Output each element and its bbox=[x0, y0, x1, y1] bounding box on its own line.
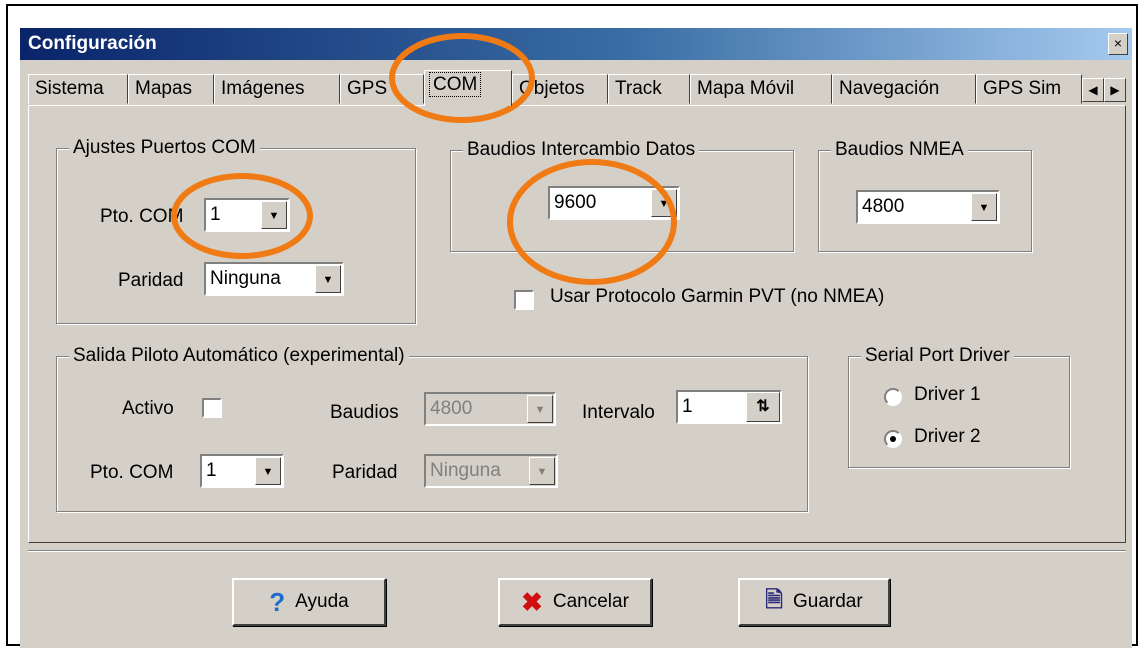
tab-track[interactable]: Track bbox=[608, 74, 690, 104]
ajustes-puertos-com-group: Ajustes Puertos COM bbox=[56, 137, 416, 324]
tab-label: GPS Sim bbox=[983, 78, 1062, 99]
cancel-x-icon: ✖ bbox=[521, 586, 543, 617]
group-title: Serial Port Driver bbox=[861, 345, 1014, 367]
baudios-nmea-select[interactable]: 4800 ▼ bbox=[856, 190, 1000, 224]
driver-1-radio[interactable] bbox=[884, 388, 902, 406]
tab-label: Track bbox=[615, 78, 662, 99]
paridad-label: Paridad bbox=[118, 270, 184, 291]
tab-mapas[interactable]: Mapas bbox=[128, 74, 214, 104]
salida-piloto-group: Salida Piloto Automático (experimental) bbox=[56, 345, 808, 512]
tab-label: Mapas bbox=[135, 78, 193, 99]
group-title: Baudios Intercambio Datos bbox=[463, 139, 700, 161]
garmin-pvt-checkbox[interactable] bbox=[514, 290, 534, 310]
group-title: Salida Piloto Automático (experimental) bbox=[69, 345, 409, 367]
serial-port-driver-group: Serial Port Driver bbox=[848, 345, 1070, 468]
tab-label: GPS bbox=[347, 78, 388, 99]
baudios-piloto-select[interactable]: 4800 ▼ bbox=[424, 392, 556, 426]
tab-label: Navegación bbox=[839, 78, 940, 99]
driver-1-label: Driver 1 bbox=[914, 384, 981, 405]
paridad-select[interactable]: Ninguna ▼ bbox=[204, 262, 344, 296]
paridad-piloto-value: Ninguna bbox=[430, 460, 501, 481]
pto-com-select[interactable]: 1 ▼ bbox=[204, 198, 290, 232]
chevron-down-icon[interactable]: ▼ bbox=[971, 193, 997, 221]
chevron-down-icon[interactable]: ▼ bbox=[261, 201, 287, 229]
tab-label: Imágenes bbox=[221, 78, 305, 99]
guardar-button[interactable]: 🗎 Guardar bbox=[738, 578, 890, 626]
tab-label: Objetos bbox=[519, 78, 585, 99]
driver-2-radio[interactable] bbox=[884, 430, 902, 448]
tab-imagenes[interactable]: Imágenes bbox=[214, 74, 340, 104]
tab-sistema[interactable]: Sistema bbox=[28, 74, 128, 104]
ayuda-button[interactable]: ? Ayuda bbox=[232, 578, 386, 626]
spin-arrows-icon[interactable]: ⇅ bbox=[746, 392, 780, 422]
tab-gps-sim[interactable]: GPS Sim bbox=[976, 74, 1082, 104]
pto-com-piloto-label: Pto. COM bbox=[90, 462, 174, 483]
close-icon[interactable]: × bbox=[1108, 33, 1128, 55]
baudios-piloto-label: Baudios bbox=[330, 402, 399, 423]
cancelar-label: Cancelar bbox=[552, 591, 629, 612]
group-title: Baudios NMEA bbox=[831, 139, 968, 161]
baudios-datos-select[interactable]: 9600 ▼ bbox=[548, 186, 680, 220]
intervalo-label: Intervalo bbox=[582, 402, 655, 423]
tab-scroll-left-icon[interactable]: ◀ bbox=[1082, 78, 1104, 102]
cancelar-button[interactable]: ✖ Cancelar bbox=[498, 578, 652, 626]
tab-label: Sistema bbox=[35, 78, 104, 99]
pto-com-piloto-select[interactable]: 1 ▼ bbox=[200, 454, 284, 488]
tab-objetos[interactable]: Objetos bbox=[512, 74, 608, 104]
pto-com-value: 1 bbox=[210, 204, 221, 225]
window-title: Configuración bbox=[28, 33, 157, 54]
baudios-piloto-value: 4800 bbox=[430, 398, 473, 419]
chevron-down-icon[interactable]: ▼ bbox=[315, 265, 341, 293]
chevron-down-icon[interactable]: ▼ bbox=[651, 189, 677, 217]
activo-checkbox[interactable] bbox=[202, 398, 222, 418]
tab-label: COM bbox=[428, 72, 482, 97]
baudios-datos-value: 9600 bbox=[554, 192, 597, 213]
guardar-label: Guardar bbox=[793, 591, 863, 612]
baudios-nmea-value: 4800 bbox=[862, 196, 905, 217]
pto-com-label: Pto. COM bbox=[100, 206, 184, 227]
chevron-down-icon[interactable]: ▼ bbox=[529, 457, 555, 485]
paridad-piloto-select[interactable]: Ninguna ▼ bbox=[424, 454, 558, 488]
footer-separator bbox=[28, 550, 1126, 552]
tab-label: Mapa Móvil bbox=[697, 78, 795, 99]
tab-navegacion[interactable]: Navegación bbox=[832, 74, 976, 104]
chevron-down-icon[interactable]: ▼ bbox=[255, 457, 281, 485]
driver-2-label: Driver 2 bbox=[914, 426, 981, 447]
tab-scroll-right-icon[interactable]: ▶ bbox=[1104, 78, 1126, 102]
ayuda-label: Ayuda bbox=[295, 591, 349, 612]
group-title: Ajustes Puertos COM bbox=[69, 137, 260, 159]
help-question-icon: ? bbox=[269, 586, 286, 617]
paridad-piloto-label: Paridad bbox=[332, 462, 398, 483]
garmin-pvt-label: Usar Protocolo Garmin PVT (no NMEA) bbox=[550, 286, 885, 307]
tab-mapa-movil[interactable]: Mapa Móvil bbox=[690, 74, 832, 104]
activo-label: Activo bbox=[122, 398, 174, 419]
chevron-down-icon[interactable]: ▼ bbox=[527, 395, 553, 423]
title-bar: Configuración × bbox=[20, 28, 1132, 60]
save-document-icon: 🗎 bbox=[765, 587, 783, 612]
tab-gps[interactable]: GPS bbox=[340, 74, 424, 104]
intervalo-value: 1 bbox=[682, 396, 693, 417]
tab-com[interactable]: COM bbox=[424, 70, 512, 106]
paridad-value: Ninguna bbox=[210, 268, 281, 289]
pto-com-piloto-value: 1 bbox=[206, 460, 217, 481]
